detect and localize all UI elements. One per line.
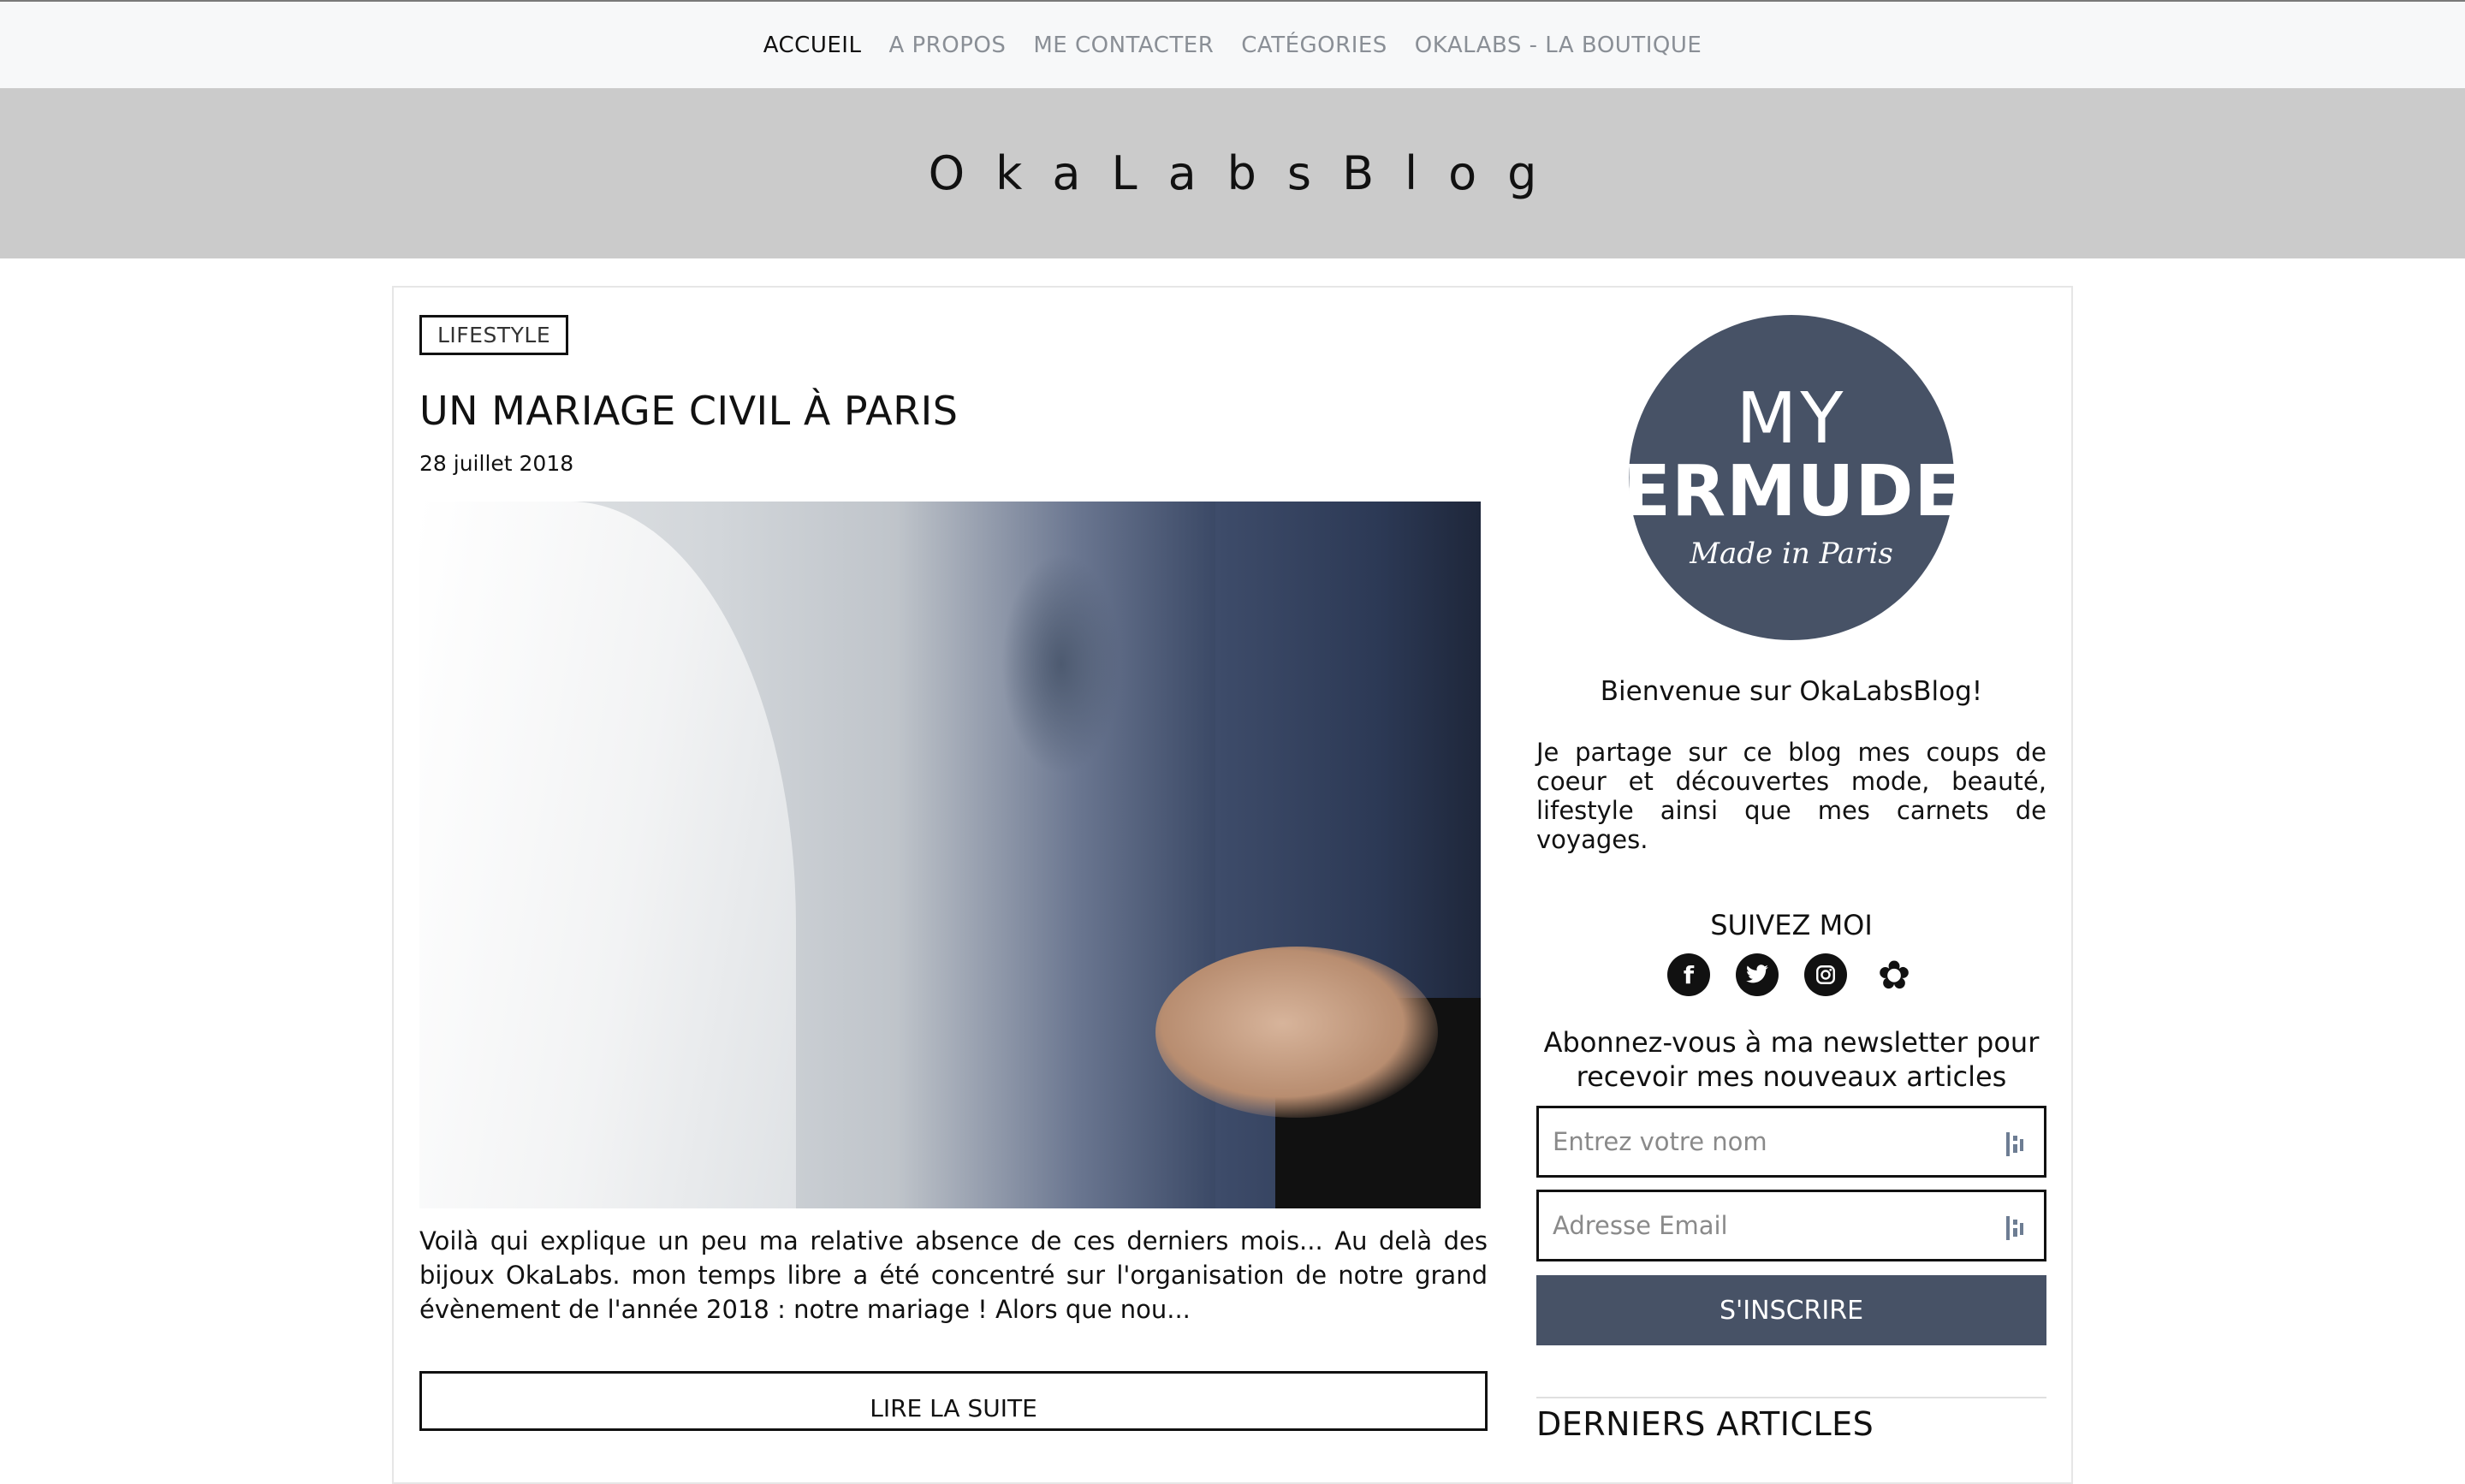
image-background-blur <box>1001 553 1121 775</box>
instagram-icon[interactable] <box>1804 953 1847 996</box>
logo-line-made-in-paris: Made in Paris <box>1690 537 1893 571</box>
twitter-icon[interactable] <box>1736 953 1779 996</box>
newsletter-title: Abonnez-vous à ma newsletter pour recevo… <box>1543 1026 2040 1093</box>
nav-a-propos[interactable]: A PROPOS <box>888 33 1006 58</box>
welcome-text: Bienvenue sur OkaLabsBlog! <box>1600 676 1983 707</box>
post-title[interactable]: UN MARIAGE CIVIL À PARIS <box>419 388 1488 434</box>
follow-title: SUIVEZ MOI <box>1710 909 1873 941</box>
password-manager-icon[interactable] <box>2006 1132 2025 1156</box>
social-links: f ✿ <box>1536 952 2046 998</box>
post-featured-image[interactable] <box>419 502 1481 1208</box>
top-navigation: ACCUEIL A PROPOS ME CONTACTER CATÉGORIES… <box>0 0 2465 88</box>
latest-articles-title: DERNIERS ARTICLES <box>1536 1405 1874 1443</box>
facebook-icon[interactable]: f <box>1667 953 1710 996</box>
post-date: 28 juillet 2018 <box>419 451 574 476</box>
sidebar-divider <box>1536 1397 2046 1398</box>
name-input[interactable] <box>1539 1108 2044 1175</box>
image-holding-hands <box>1155 947 1438 1118</box>
email-field <box>1536 1190 2046 1261</box>
post-excerpt: Voilà qui explique un peu ma relative ab… <box>419 1226 1488 1324</box>
site-header: OkaLabsBlog <box>0 88 2465 258</box>
category-tag[interactable]: LIFESTYLE <box>419 315 569 355</box>
logo-line-bermudes: BERMUDES <box>1568 451 2015 532</box>
nav-accueil[interactable]: ACCUEIL <box>763 33 862 58</box>
image-white-dress <box>419 502 796 1208</box>
nav-boutique[interactable]: OKALABS - LA BOUTIQUE <box>1415 33 1702 58</box>
site-title[interactable]: OkaLabsBlog <box>898 146 1568 200</box>
my-bermudes-logo[interactable]: MY BERMUDES Made in Paris <box>1569 315 2014 640</box>
read-more-button[interactable]: LIRE LA SUITE <box>419 1371 1488 1431</box>
password-manager-icon[interactable] <box>2006 1216 2025 1240</box>
sidebar: MY BERMUDES Made in Paris Bienvenue sur … <box>1536 315 2046 1443</box>
blog-post: LIFESTYLE UN MARIAGE CIVIL À PARIS 28 ju… <box>419 315 1488 1431</box>
subscribe-button[interactable]: S'INSCRIRE <box>1536 1275 2046 1345</box>
email-input[interactable] <box>1539 1192 2044 1259</box>
nav-categories[interactable]: CATÉGORIES <box>1241 33 1387 58</box>
nav-me-contacter[interactable]: ME CONTACTER <box>1033 33 1214 58</box>
flower-logo-icon[interactable]: ✿ <box>1873 952 1916 998</box>
intro-text: Je partage sur ce blog mes coups de coeu… <box>1536 738 2046 854</box>
name-field <box>1536 1106 2046 1178</box>
logo-line-my: MY <box>1736 378 1847 460</box>
